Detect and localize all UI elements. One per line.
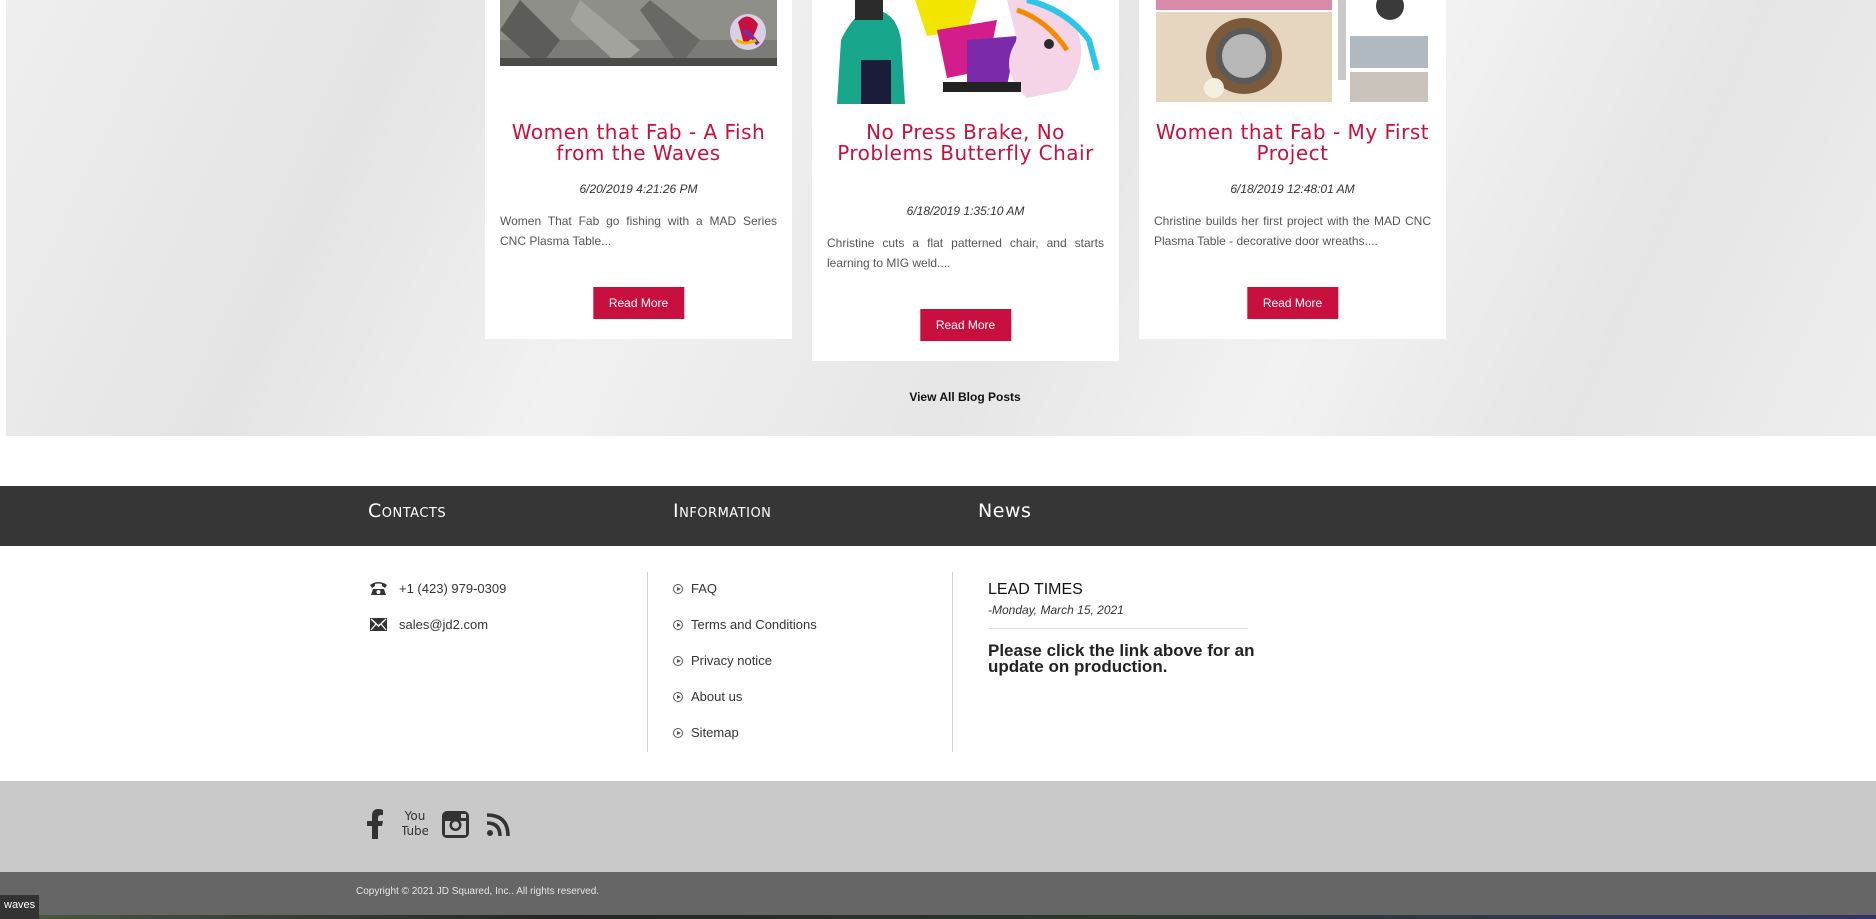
copyright-band: Copyright © 2021 JD Squared, Inc.. All r… (0, 872, 1876, 919)
phone-number: +1 (423) 979-0309 (399, 580, 507, 596)
blog-post-date: 6/18/2019 1:35:10 AM (906, 204, 1025, 218)
rss-icon[interactable] (486, 813, 510, 837)
bottom-edge (0, 915, 1876, 919)
svg-text:You: You (404, 809, 426, 823)
footer-divider (647, 572, 648, 752)
blog-post-excerpt: Women That Fab go fishing with a MAD Ser… (500, 214, 777, 248)
read-more-button[interactable]: Read More (1246, 287, 1339, 319)
news-title[interactable]: LEAD TIMES (988, 581, 1083, 599)
footer-divider (952, 572, 953, 752)
circle-arrow-icon (673, 583, 683, 594)
envelope-icon (370, 618, 387, 631)
circle-arrow-icon (673, 619, 683, 630)
email-address: sales@jd2.com (399, 616, 489, 632)
blog-card: No Press Brake, No Problems Butterfly Ch… (812, 0, 1119, 361)
info-link-about[interactable]: About us (673, 689, 742, 704)
read-more-button[interactable]: Read More (919, 309, 1012, 341)
blog-post-title[interactable]: No Press Brake, No Problems Butterfly Ch… (822, 122, 1109, 164)
blog-post-excerpt: Christine builds her first project with … (1154, 214, 1431, 248)
status-tooltip: waves (0, 895, 40, 919)
instagram-icon[interactable] (442, 811, 469, 838)
blog-post-date: 6/20/2019 4:21:26 PM (579, 182, 698, 196)
contacts-heading: Contacts (368, 500, 447, 522)
news-divider (988, 628, 1248, 629)
phone-icon (370, 582, 387, 595)
blog-post-image[interactable] (500, 0, 777, 66)
info-link-label: FAQ (691, 581, 718, 596)
info-link-label: Terms and Conditions (691, 617, 817, 632)
news-heading: News (978, 500, 1032, 522)
youtube-icon[interactable]: You Tube (402, 808, 428, 838)
info-link-privacy[interactable]: Privacy notice (673, 653, 772, 668)
social-band: You Tube (0, 781, 1876, 872)
blog-post-title[interactable]: Women that Fab - My First Project (1149, 122, 1436, 164)
info-link-faq[interactable]: FAQ (673, 581, 717, 596)
blog-card: Women that Fab - My First Project 6/18/2… (1139, 0, 1446, 339)
blog-card: Women that Fab - A Fish from the Waves 6… (485, 0, 792, 339)
info-link-terms[interactable]: Terms and Conditions (673, 617, 817, 632)
news-date: -Monday, March 15, 2021 (988, 603, 1124, 617)
view-all-blog-posts-link[interactable]: View All Blog Posts (0, 390, 1876, 404)
blog-section: Women that Fab - A Fish from the Waves 6… (0, 0, 1876, 436)
copyright-text: Copyright © 2021 JD Squared, Inc.. All r… (356, 886, 600, 897)
read-more-button[interactable]: Read More (592, 287, 685, 319)
blog-post-image[interactable] (1154, 0, 1431, 104)
info-link-sitemap[interactable]: Sitemap (673, 725, 739, 740)
circle-arrow-icon (673, 655, 683, 666)
news-body: Please click the link above for an updat… (988, 641, 1255, 676)
contact-phone[interactable]: +1 (423) 979-0309 (369, 580, 506, 596)
circle-arrow-icon (673, 727, 683, 738)
blog-post-title[interactable]: Women that Fab - A Fish from the Waves (495, 122, 782, 164)
info-link-label: Sitemap (691, 725, 739, 740)
contact-email[interactable]: sales@jd2.com (369, 616, 488, 632)
footer-heading-bar: Contacts Information News (0, 486, 1876, 546)
circle-arrow-icon (673, 691, 683, 702)
blog-post-excerpt: Christine cuts a flat patterned chair, a… (827, 236, 1104, 270)
blog-post-image[interactable] (827, 0, 1104, 104)
svg-text:Tube: Tube (402, 824, 428, 838)
information-heading: Information (673, 500, 772, 522)
blog-post-date: 6/18/2019 12:48:01 AM (1230, 182, 1355, 196)
facebook-icon[interactable] (366, 809, 384, 839)
info-link-label: Privacy notice (691, 653, 772, 668)
info-link-label: About us (691, 689, 743, 704)
